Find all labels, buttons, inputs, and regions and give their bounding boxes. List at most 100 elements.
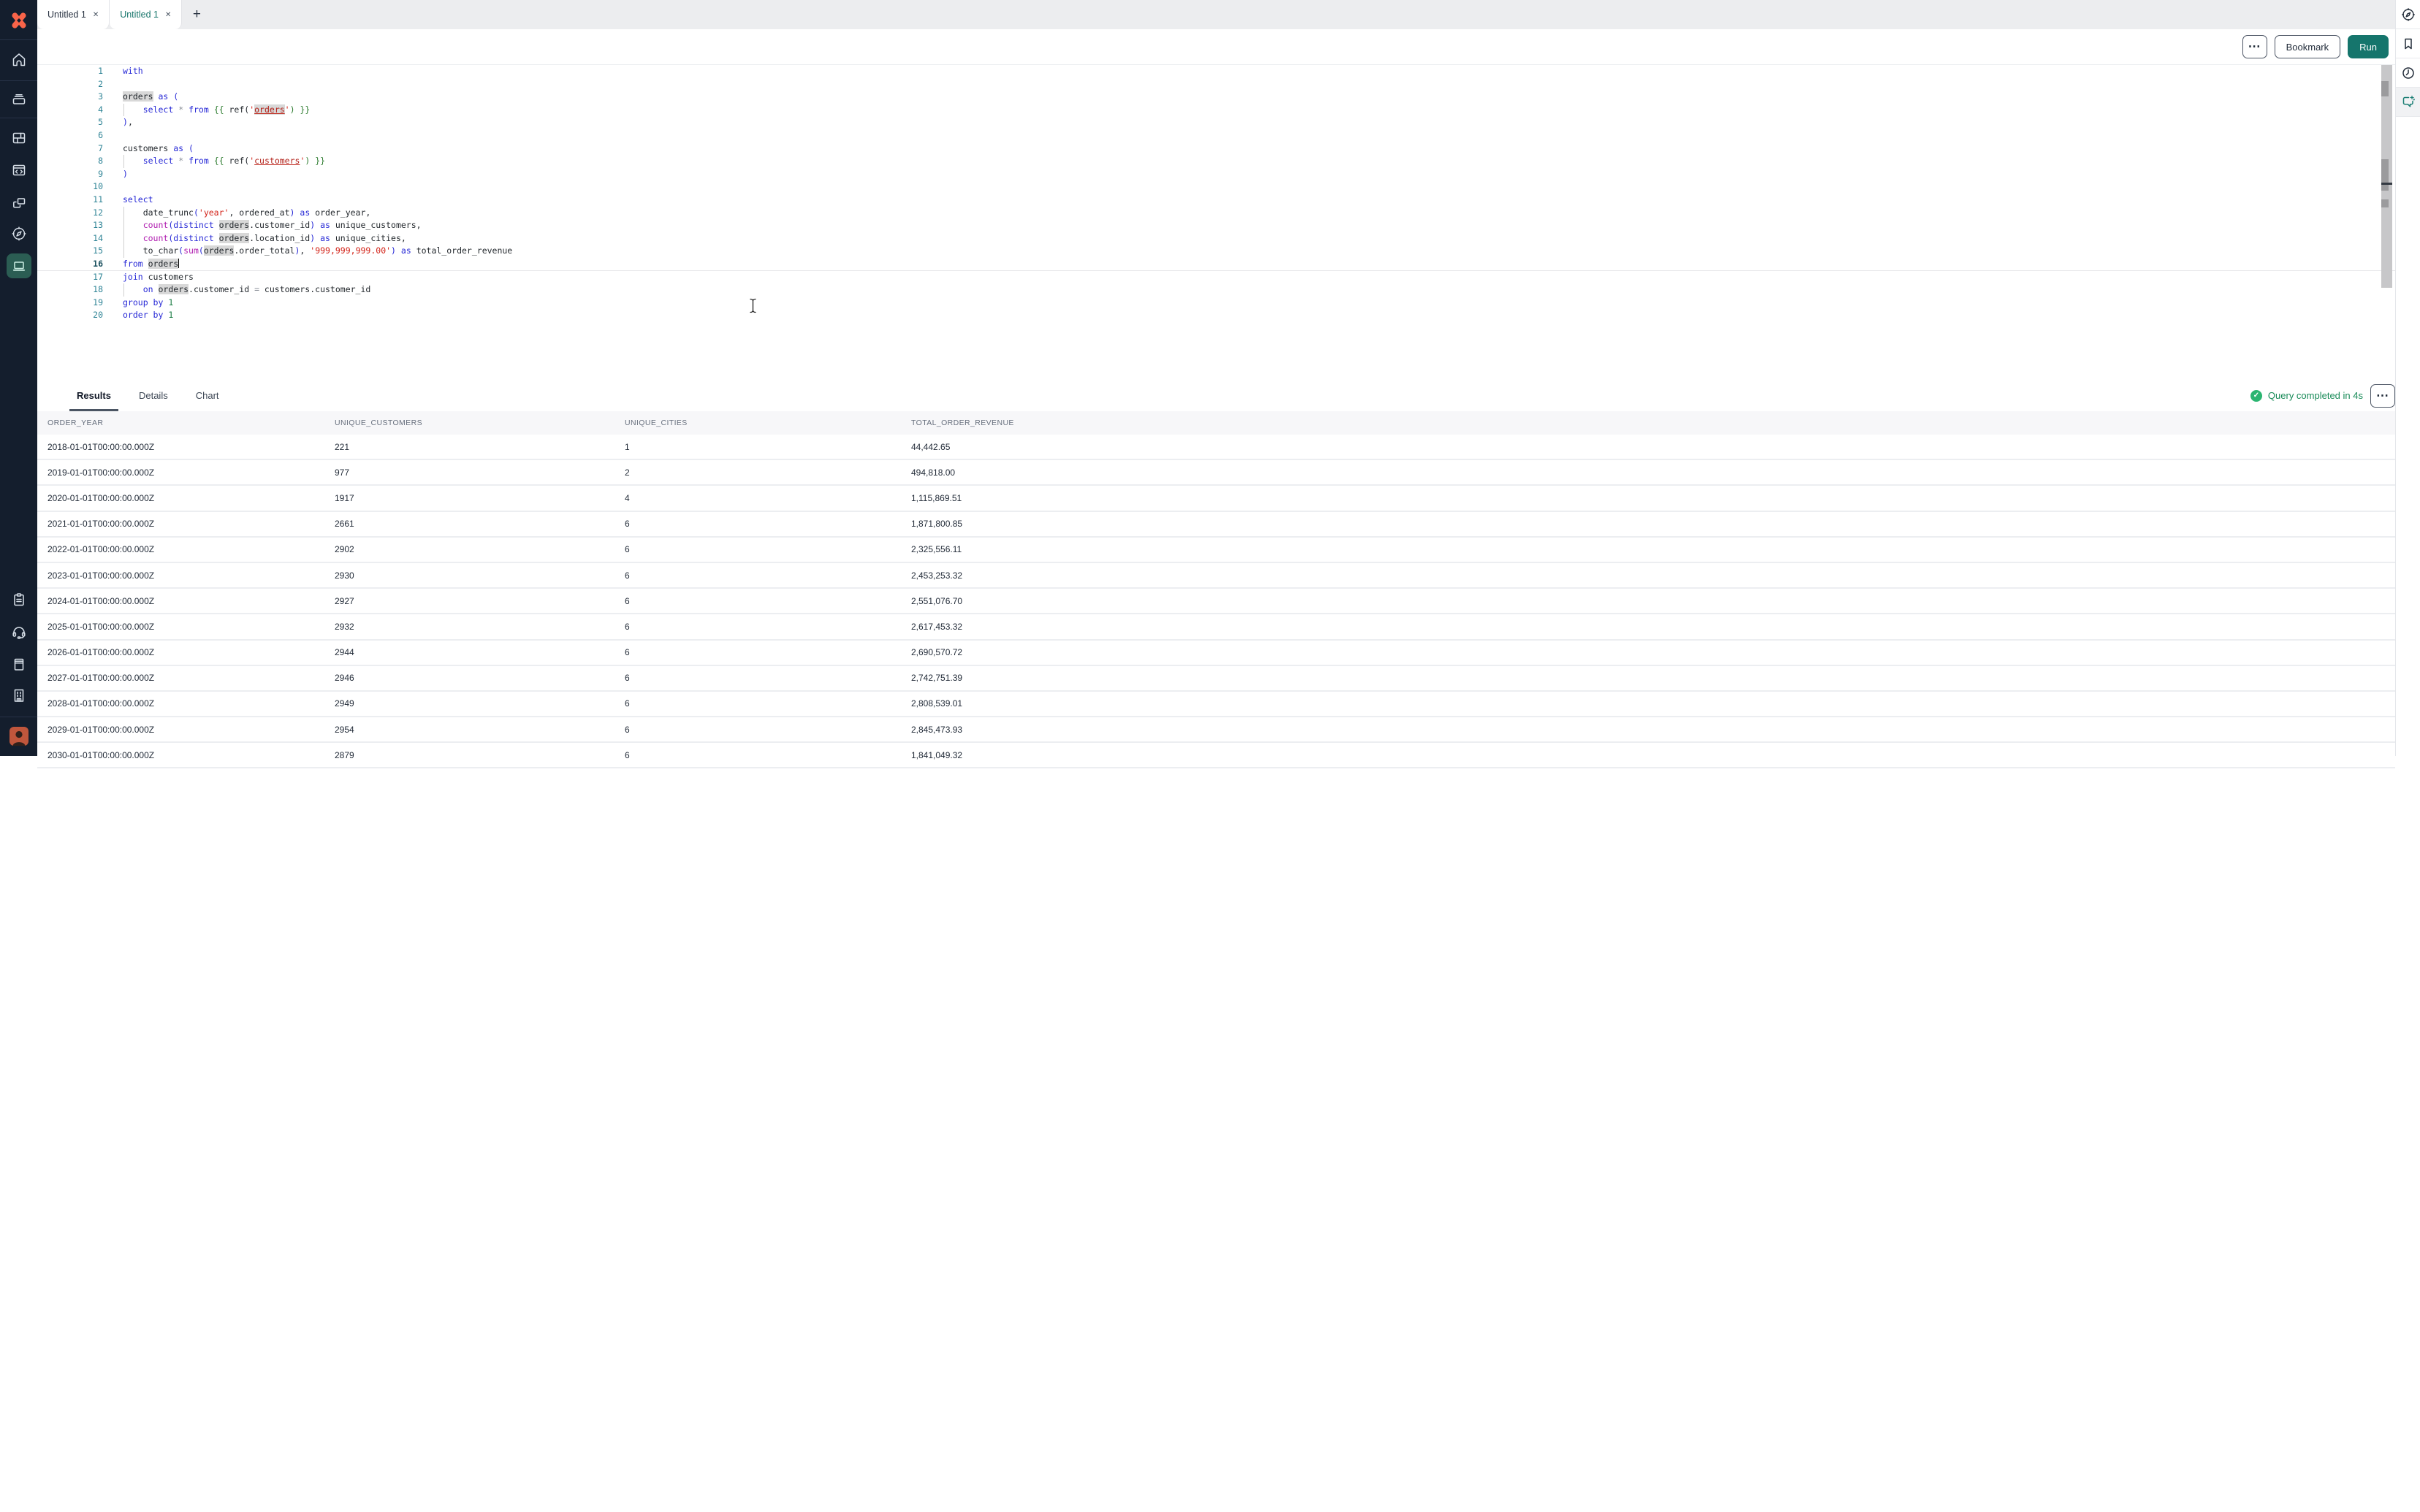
docs-book-icon[interactable] xyxy=(11,656,27,672)
column-header-unique_customers[interactable]: UNIQUE_CUSTOMERS xyxy=(335,419,422,427)
hex-logo[interactable] xyxy=(9,11,28,30)
table-row[interactable]: 2028-01-01T00:00:00.000Z294962,808,539.0… xyxy=(37,692,2395,717)
code-line-3[interactable]: 3orders as ( xyxy=(37,91,2395,104)
clipboard-icon[interactable] xyxy=(11,592,27,608)
line-number: 10 xyxy=(37,180,103,194)
editor-scrollbar[interactable] xyxy=(2381,65,2392,288)
history-clock-icon[interactable] xyxy=(2396,58,2420,88)
table-cell: 2019-01-01T00:00:00.000Z xyxy=(47,467,154,478)
table-row[interactable]: 2030-01-01T00:00:00.000Z287961,841,049.3… xyxy=(37,743,2395,768)
table-row[interactable]: 2023-01-01T00:00:00.000Z293062,453,253.3… xyxy=(37,563,2395,589)
code-line-11[interactable]: 11select xyxy=(37,194,2395,207)
code-line-5[interactable]: 5), xyxy=(37,116,2395,129)
table-cell: 2028-01-01T00:00:00.000Z xyxy=(47,698,154,709)
user-avatar[interactable] xyxy=(9,727,28,746)
tab-chart[interactable]: Chart xyxy=(189,380,227,411)
table-cell: 2023-01-01T00:00:00.000Z xyxy=(47,570,154,581)
code-line-19[interactable]: 19group by 1 xyxy=(37,297,2395,310)
table-cell: 6 xyxy=(625,519,630,529)
text-cursor-pointer xyxy=(748,298,758,317)
bookmark-button[interactable]: Bookmark xyxy=(2275,35,2341,58)
code-line-2[interactable]: 2 xyxy=(37,78,2395,91)
code-token xyxy=(123,233,143,243)
table-row[interactable]: 2029-01-01T00:00:00.000Z295462,845,473.9… xyxy=(37,717,2395,743)
code-line-20[interactable]: 20order by 1 xyxy=(37,309,2395,322)
column-header-unique_cities[interactable]: UNIQUE_CITIES xyxy=(625,419,688,427)
indent-guide xyxy=(123,155,124,168)
run-button[interactable]: Run xyxy=(2348,35,2389,58)
table-cell: 6 xyxy=(625,596,630,606)
table-row[interactable]: 2018-01-01T00:00:00.000Z221144,442.65 xyxy=(37,435,2395,460)
code-line-1[interactable]: 1with xyxy=(37,65,2395,78)
dashboard-grid-icon[interactable] xyxy=(11,130,27,146)
table-row[interactable]: 2025-01-01T00:00:00.000Z293262,617,453.3… xyxy=(37,614,2395,640)
table-cell: 2022-01-01T00:00:00.000Z xyxy=(47,544,154,554)
results-panel: Results Details Chart ✓ Query completed … xyxy=(37,380,2395,1512)
table-cell: 2932 xyxy=(335,622,354,632)
table-row[interactable]: 2027-01-01T00:00:00.000Z294662,742,751.3… xyxy=(37,666,2395,692)
sidebar-divider xyxy=(0,39,37,40)
projects-tray-icon[interactable] xyxy=(11,91,27,107)
code-token: ( xyxy=(194,207,199,218)
code-line-18[interactable]: 18 on orders.customer_id = customers.cus… xyxy=(37,283,2395,297)
code-token xyxy=(123,156,143,166)
code-line-6[interactable]: 6 xyxy=(37,129,2395,142)
table-row[interactable]: 2021-01-01T00:00:00.000Z266161,871,800.8… xyxy=(37,512,2395,538)
code-line-9[interactable]: 9) xyxy=(37,168,2395,181)
code-token: 'year' xyxy=(199,207,229,218)
line-number: 15 xyxy=(37,245,103,258)
code-token: orders xyxy=(123,91,153,102)
line-number: 8 xyxy=(37,155,103,168)
code-token: with xyxy=(123,66,143,76)
organization-building-icon[interactable] xyxy=(11,687,27,703)
query-status-text: Query completed in 4s xyxy=(2268,390,2363,401)
code-line-14[interactable]: 14 count(distinct orders.location_id) as… xyxy=(37,232,2395,245)
table-row[interactable]: 2026-01-01T00:00:00.000Z294462,690,570.7… xyxy=(37,641,2395,666)
code-line-15[interactable]: 15 to_char(sum(orders.order_total), '999… xyxy=(37,245,2395,258)
code-token xyxy=(123,207,143,218)
tab-untitled-1[interactable]: Untitled 1 ✕ xyxy=(37,0,110,29)
tab-details[interactable]: Details xyxy=(132,380,175,411)
table-row[interactable]: 2020-01-01T00:00:00.000Z191741,115,869.5… xyxy=(37,486,2395,511)
column-header-order_year[interactable]: ORDER_YEAR xyxy=(47,419,103,427)
code-token xyxy=(214,220,219,230)
apps-windows-icon[interactable] xyxy=(11,195,27,211)
new-tab-button[interactable]: + xyxy=(182,0,211,29)
code-line-4[interactable]: 4 select * from {{ ref('orders') }} xyxy=(37,104,2395,117)
code-line-8[interactable]: 8 select * from {{ ref('customers') }} xyxy=(37,155,2395,168)
code-line-16[interactable]: 16from orders xyxy=(37,258,2395,271)
home-icon[interactable] xyxy=(11,52,27,68)
tab-untitled-1-active[interactable]: Untitled 1 ✕ xyxy=(110,0,182,29)
code-line-12[interactable]: 12 date_trunc('year', ordered_at) as ord… xyxy=(37,207,2395,220)
table-row[interactable]: 2019-01-01T00:00:00.000Z9772494,818.00 xyxy=(37,460,2395,486)
bookmark-icon[interactable] xyxy=(2396,29,2420,58)
explore-compass-icon[interactable] xyxy=(11,226,27,242)
code-token: orders xyxy=(219,233,250,243)
code-token: 1 xyxy=(168,310,173,320)
right-sidebar xyxy=(2395,0,2420,756)
magic-chat-icon[interactable] xyxy=(2396,88,2420,117)
compass-icon[interactable] xyxy=(2396,0,2420,29)
close-icon[interactable]: ✕ xyxy=(93,11,99,19)
support-headset-icon[interactable] xyxy=(11,624,27,640)
code-browser-icon[interactable] xyxy=(11,162,27,178)
table-row[interactable]: 2022-01-01T00:00:00.000Z290262,325,556.1… xyxy=(37,538,2395,563)
close-icon[interactable]: ✕ xyxy=(165,11,171,19)
table-cell: 2927 xyxy=(335,596,354,606)
tab-results[interactable]: Results xyxy=(69,380,118,411)
column-header-total_order_revenue[interactable]: TOTAL_ORDER_REVENUE xyxy=(911,419,1014,427)
table-row[interactable]: 2024-01-01T00:00:00.000Z292762,551,076.7… xyxy=(37,589,2395,614)
code-line-13[interactable]: 13 count(distinct orders.customer_id) as… xyxy=(37,219,2395,232)
table-cell: 1,115,869.51 xyxy=(911,493,962,503)
code-line-10[interactable]: 10 xyxy=(37,180,2395,194)
code-line-17[interactable]: 17join customers xyxy=(37,271,2395,284)
indent-guide xyxy=(123,232,124,245)
code-line-7[interactable]: 7customers as ( xyxy=(37,142,2395,156)
results-more-button[interactable]: ⋯ xyxy=(2370,384,2395,408)
sql-editor[interactable]: 1with23orders as (4 select * from {{ ref… xyxy=(37,65,2395,380)
workspace-laptop-item[interactable] xyxy=(7,253,31,278)
more-options-button[interactable]: ⋯ xyxy=(2242,35,2267,58)
table-cell: 494,818.00 xyxy=(911,467,955,478)
code-token: orders xyxy=(254,104,285,115)
code-lines: 1with23orders as (4 select * from {{ ref… xyxy=(37,65,2395,322)
